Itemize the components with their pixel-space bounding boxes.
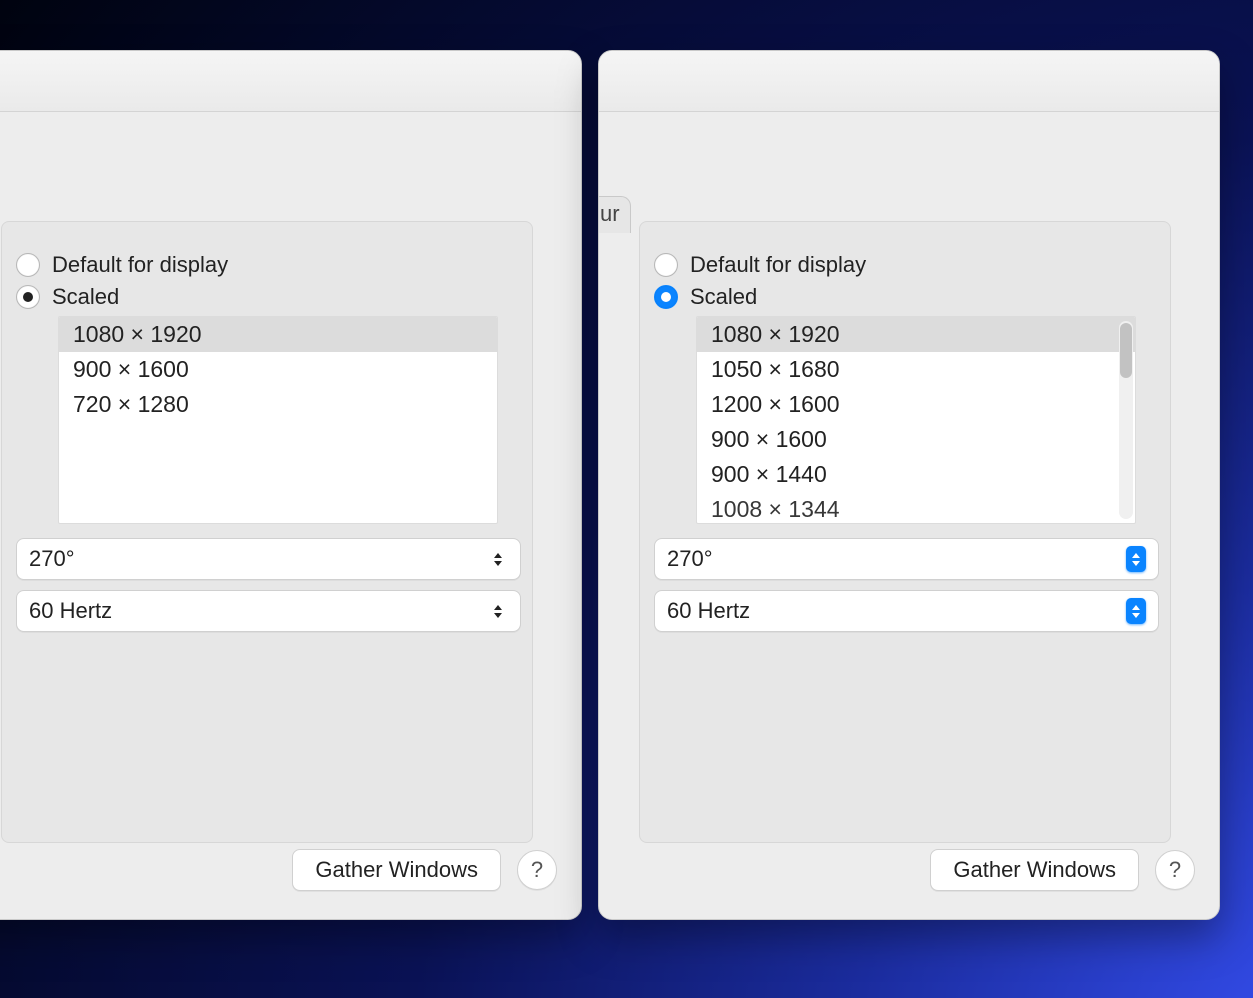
refresh-rate-value: 60 Hertz [667,598,750,624]
resolution-controls: Default for display Scaled 1080 × 1920 1… [654,246,1159,632]
refresh-rate-value: 60 Hertz [29,598,112,624]
help-button[interactable]: ? [1155,850,1195,890]
display-settings-window-right: ur Default for display Scaled 1080 × 192… [598,50,1220,920]
chevron-updown-icon [488,598,508,624]
resolution-option[interactable]: 720 × 1280 [59,387,497,422]
radio-scaled[interactable] [654,285,678,309]
resolution-list[interactable]: 1080 × 1920 1050 × 1680 1200 × 1600 900 … [696,316,1136,524]
rotation-dropdown[interactable]: 270° [16,538,521,580]
help-label: ? [531,857,543,883]
radio-default-for-display[interactable] [16,253,40,277]
chevron-updown-icon [488,546,508,572]
gather-windows-button[interactable]: Gather Windows [930,849,1139,891]
chevron-updown-icon [1126,546,1146,572]
help-button[interactable]: ? [517,850,557,890]
refresh-rate-dropdown[interactable]: 60 Hertz [654,590,1159,632]
titlebar [599,51,1219,112]
resolution-option[interactable]: 1008 × 1344 [697,492,1135,524]
tab-stub-label: ur [600,201,620,226]
display-settings-window-left: ur Default for display Scaled 1080 × 192… [0,50,582,920]
chevron-updown-icon [1126,598,1146,624]
radio-scaled[interactable] [16,285,40,309]
radio-default-label: Default for display [690,252,866,278]
rotation-value: 270° [667,546,713,572]
titlebar [0,51,581,112]
gather-windows-button[interactable]: Gather Windows [292,849,501,891]
resolution-option[interactable]: 1200 × 1600 [697,387,1135,422]
scrollbar[interactable] [1119,321,1133,519]
gather-windows-label: Gather Windows [315,857,478,883]
radio-default-for-display[interactable] [654,253,678,277]
resolution-list[interactable]: 1080 × 1920 900 × 1600 720 × 1280 [58,316,498,524]
resolution-option[interactable]: 900 × 1600 [59,352,497,387]
rotation-value: 270° [29,546,75,572]
tab-stub[interactable]: ur [598,196,631,233]
resolution-option[interactable]: 1080 × 1920 [697,317,1135,352]
refresh-rate-dropdown[interactable]: 60 Hertz [16,590,521,632]
gather-windows-label: Gather Windows [953,857,1116,883]
resolution-controls: Default for display Scaled 1080 × 1920 9… [16,246,521,632]
radio-scaled-label: Scaled [52,284,119,310]
radio-scaled-label: Scaled [690,284,757,310]
rotation-dropdown[interactable]: 270° [654,538,1159,580]
help-label: ? [1169,857,1181,883]
radio-default-label: Default for display [52,252,228,278]
resolution-option[interactable]: 900 × 1440 [697,457,1135,492]
resolution-option[interactable]: 1080 × 1920 [59,317,497,352]
scrollbar-thumb[interactable] [1120,323,1132,378]
resolution-option[interactable]: 900 × 1600 [697,422,1135,457]
resolution-option[interactable]: 1050 × 1680 [697,352,1135,387]
